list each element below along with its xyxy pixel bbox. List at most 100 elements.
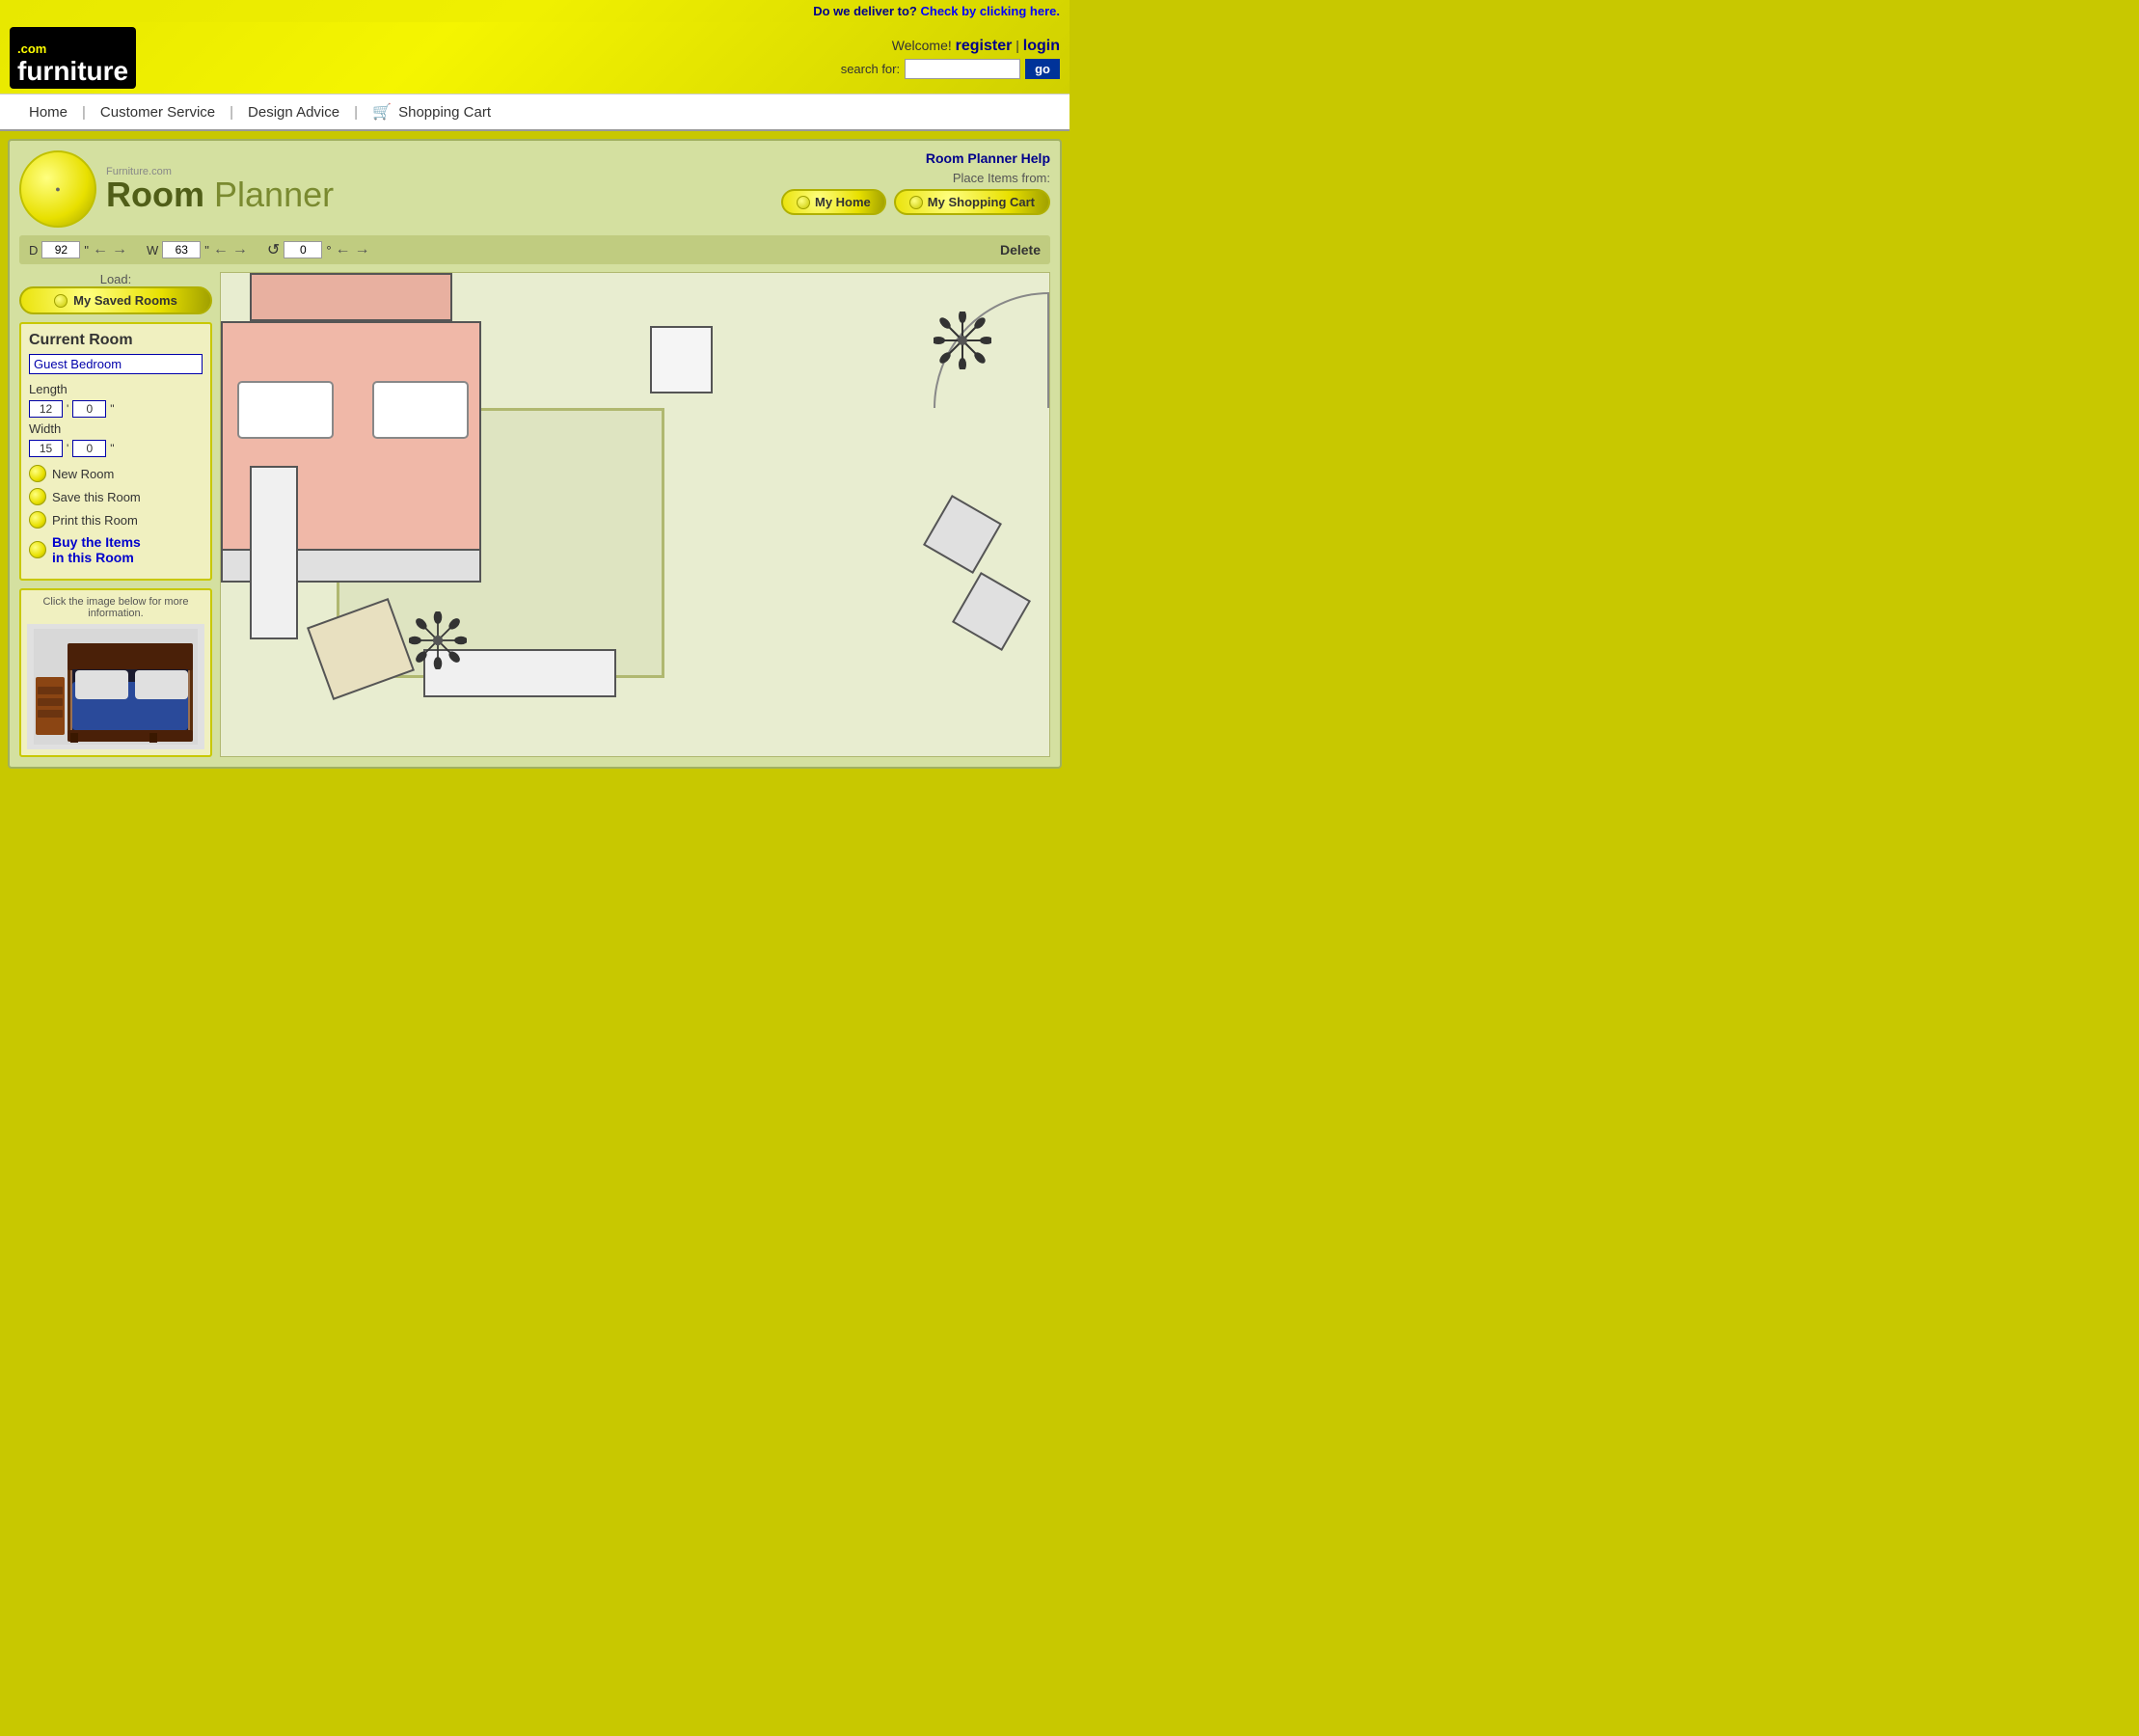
nightstand-right[interactable] <box>650 326 713 393</box>
depth-control: D " ← → <box>29 241 127 258</box>
planner-top: ● Furniture.com Room Planner Room Planne… <box>19 150 1050 228</box>
login-link[interactable]: login <box>1023 38 1060 54</box>
length-row: Length <box>29 382 203 396</box>
cart-icon: 🛒 <box>372 104 392 121</box>
delete-button[interactable]: Delete <box>1000 242 1041 258</box>
site-logo[interactable]: .com furniture <box>10 27 136 89</box>
width-ft-input[interactable] <box>29 440 63 457</box>
print-room-action[interactable]: Print this Room <box>29 511 203 529</box>
nav-home[interactable]: Home <box>14 104 82 121</box>
width-control: W " ← → <box>147 241 248 258</box>
print-room-label: Print this Room <box>52 513 138 528</box>
depth-input[interactable] <box>41 241 80 258</box>
rotate-control: ↺ ° ← → <box>267 240 370 259</box>
saved-rooms-circle <box>54 294 68 308</box>
print-room-circle <box>29 511 46 529</box>
room-planner-help-link[interactable]: Room Planner Help <box>781 150 1050 166</box>
planner-container: ● Furniture.com Room Planner Room Planne… <box>8 139 1062 769</box>
bottom-bar <box>0 776 1070 815</box>
rotate-input[interactable] <box>284 241 322 258</box>
width-row: Width <box>29 421 203 436</box>
length-in-input[interactable] <box>72 400 106 418</box>
main-content: ● Furniture.com Room Planner Room Planne… <box>0 131 1070 776</box>
plant-icon-bottom <box>409 611 467 669</box>
product-image-area[interactable] <box>27 624 204 749</box>
bed-headboard <box>250 273 452 321</box>
w-label: W <box>147 243 158 258</box>
search-line: search for: go <box>841 59 1060 79</box>
logo-main-text: furniture <box>17 56 128 86</box>
tall-dresser-left[interactable] <box>250 466 298 639</box>
width-input[interactable] <box>162 241 201 258</box>
bed-product-image <box>34 629 198 745</box>
delivery-text: Do we deliver to? <box>813 4 917 18</box>
d-unit: " <box>84 243 89 258</box>
w-unit: " <box>204 243 209 258</box>
yellow-circle: ● <box>19 150 96 228</box>
save-room-circle <box>29 488 46 505</box>
room-name-input[interactable] <box>29 354 203 374</box>
place-items-label: Place Items from: <box>781 171 1050 185</box>
nav-design-advice[interactable]: Design Advice <box>233 104 354 121</box>
rotate-arrow-left: ← <box>336 241 351 258</box>
buy-items-action[interactable]: Buy the Items in this Room <box>29 534 203 565</box>
width-in-input[interactable] <box>72 440 106 457</box>
angled-item-1[interactable] <box>923 495 1002 574</box>
product-image-hint: Click the image below for more informati… <box>27 596 204 619</box>
d-arrow-left: ← <box>93 241 108 258</box>
save-room-label: Save this Room <box>52 490 141 504</box>
plant-top-right[interactable] <box>934 312 991 369</box>
room-canvas[interactable] <box>220 272 1050 757</box>
current-room-box: Current Room Length ' " Width <box>19 322 212 581</box>
rotate-unit: ° <box>326 243 331 258</box>
load-section: Load: My Saved Rooms <box>19 272 212 314</box>
header-right: Welcome! register | login search for: go <box>841 38 1060 79</box>
product-image-box[interactable]: Click the image below for more informati… <box>19 588 212 757</box>
planner-logo: ● Furniture.com Room Planner <box>19 150 334 228</box>
my-saved-rooms-button[interactable]: My Saved Rooms <box>19 286 212 314</box>
nav-shopping-cart[interactable]: 🛒 Shopping Cart <box>358 102 505 122</box>
welcome-line: Welcome! register | login <box>841 38 1060 55</box>
delivery-link[interactable]: Check by clicking here. <box>920 4 1060 18</box>
register-link[interactable]: register <box>956 38 1013 54</box>
angled-item-2[interactable] <box>952 572 1031 651</box>
new-room-action[interactable]: New Room <box>29 465 203 482</box>
nav-customer-service[interactable]: Customer Service <box>86 104 230 121</box>
length-label: Length <box>29 382 68 396</box>
plant-bottom-left[interactable] <box>409 611 476 679</box>
d-arrow-right: → <box>112 241 127 258</box>
my-cart-circle <box>909 196 923 209</box>
new-room-label: New Room <box>52 467 114 481</box>
search-input[interactable] <box>905 59 1020 79</box>
rotate-arrow-right: → <box>355 241 370 258</box>
planner-room-planner-title: Room Planner <box>106 177 334 212</box>
length-ft-input[interactable] <box>29 400 63 418</box>
bed-pillow-right <box>372 381 469 439</box>
my-home-circle <box>797 196 810 209</box>
length-inputs: ' " <box>29 400 203 418</box>
left-sidebar: Load: My Saved Rooms Current Room Length… <box>19 272 212 757</box>
planner-body: Load: My Saved Rooms Current Room Length… <box>19 272 1050 757</box>
place-items-buttons: My Home My Shopping Cart <box>781 189 1050 215</box>
door-line <box>1047 292 1049 408</box>
w-arrow-left: ← <box>213 241 229 258</box>
logo-area: .com furniture <box>10 27 136 89</box>
plant-icon-top <box>934 312 991 369</box>
search-label: search for: <box>841 62 900 76</box>
delivery-bar: Do we deliver to? Check by clicking here… <box>0 0 1070 22</box>
d-label: D <box>29 243 38 258</box>
planner-title: Furniture.com Room Planner <box>106 166 334 212</box>
controls-row: D " ← → W " ← → ↺ ° ← → Delete <box>19 235 1050 264</box>
new-room-circle <box>29 465 46 482</box>
go-button[interactable]: go <box>1025 59 1060 79</box>
w-arrow-right: → <box>232 241 248 258</box>
site-header: .com furniture Welcome! register | login… <box>0 22 1070 94</box>
bed-pillow-left <box>237 381 334 439</box>
save-room-action[interactable]: Save this Room <box>29 488 203 505</box>
logo-com: .com <box>17 41 46 56</box>
current-room-title: Current Room <box>29 332 203 349</box>
planner-top-right: Room Planner Help Place Items from: My H… <box>781 150 1050 215</box>
my-home-button[interactable]: My Home <box>781 189 886 215</box>
my-shopping-cart-button[interactable]: My Shopping Cart <box>894 189 1050 215</box>
width-inputs: ' " <box>29 440 203 457</box>
